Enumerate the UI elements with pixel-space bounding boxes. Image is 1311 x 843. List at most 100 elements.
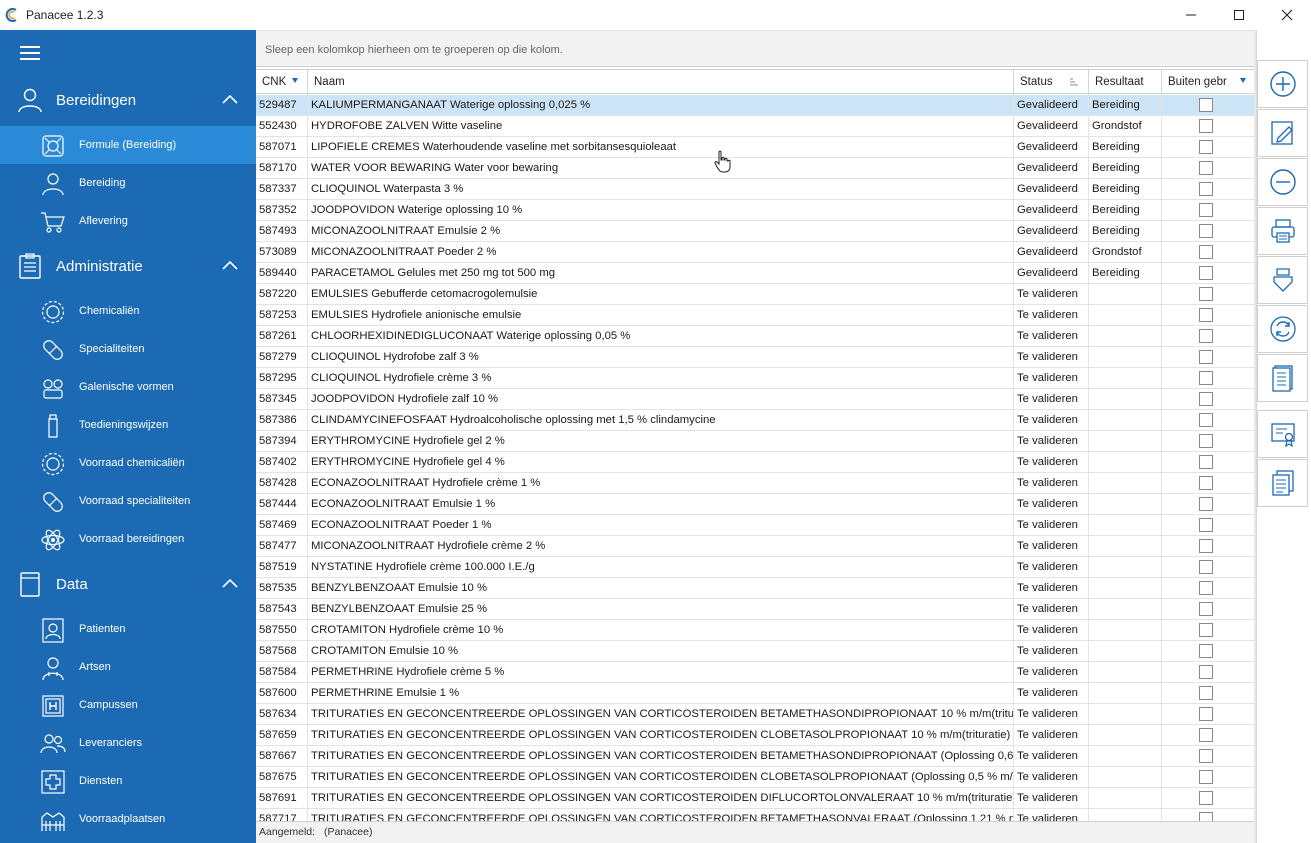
minimize-button[interactable] bbox=[1167, 0, 1215, 30]
buiten-gebruik-checkbox[interactable] bbox=[1199, 245, 1213, 259]
column-header-naam[interactable]: Naam bbox=[308, 70, 1014, 95]
table-row[interactable]: 587386 CLINDAMYCINEFOSFAAT Hydroalcoholis… bbox=[256, 410, 1254, 431]
table-row[interactable]: 587519 NYSTATINE Hydrofiele crème 100.000… bbox=[256, 557, 1254, 578]
print-button[interactable] bbox=[1257, 207, 1308, 255]
buiten-gebruik-checkbox[interactable] bbox=[1199, 791, 1213, 805]
buiten-gebruik-checkbox[interactable] bbox=[1199, 812, 1213, 821]
sidebar-item-aflevering[interactable]: Aflevering bbox=[0, 202, 256, 240]
table-row[interactable]: 587352 JOODPOVIDON Waterige oplossing 10 … bbox=[256, 200, 1254, 221]
buiten-gebruik-checkbox[interactable] bbox=[1199, 749, 1213, 763]
stamp-button[interactable] bbox=[1257, 256, 1308, 304]
buiten-gebruik-checkbox[interactable] bbox=[1199, 518, 1213, 532]
buiten-gebruik-checkbox[interactable] bbox=[1199, 644, 1213, 658]
table-row[interactable]: 587550 CROTAMITON Hydrofiele crème 10 % Te… bbox=[256, 620, 1254, 641]
buiten-gebruik-checkbox[interactable] bbox=[1199, 497, 1213, 511]
sidebar-item-artsen[interactable]: Artsen bbox=[0, 648, 256, 686]
buiten-gebruik-checkbox[interactable] bbox=[1199, 728, 1213, 742]
table-row[interactable]: 587634 TRITURATIES EN GECONCENTREERDE OPL… bbox=[256, 704, 1254, 725]
hamburger-menu-icon[interactable] bbox=[20, 46, 40, 60]
table-row[interactable]: 587253 EMULSIES Hydrofiele anionische emu… bbox=[256, 305, 1254, 326]
buiten-gebruik-checkbox[interactable] bbox=[1199, 224, 1213, 238]
buiten-gebruik-checkbox[interactable] bbox=[1199, 665, 1213, 679]
table-row[interactable]: 529487 KALIUMPERMANGANAAT Waterige oploss… bbox=[256, 95, 1254, 116]
table-row[interactable]: 587535 BENZYLBENZOAAT Emulsie 10 % Te vali… bbox=[256, 578, 1254, 599]
table-row[interactable]: 587071 LIPOFIELE CREMES Waterhoudende vas… bbox=[256, 137, 1254, 158]
sidebar-item-patienten[interactable]: Patienten bbox=[0, 610, 256, 648]
column-header-buiten-gebruik[interactable]: Buiten gebr bbox=[1162, 70, 1254, 95]
table-row[interactable]: 587337 CLIOQUINOL Waterpasta 3 % Gevalidee… bbox=[256, 179, 1254, 200]
sidebar-item-bereiding[interactable]: Bereiding bbox=[0, 164, 256, 202]
table-row[interactable]: 587477 MICONAZOOLNITRAAT Hydrofiele crème… bbox=[256, 536, 1254, 557]
table-row[interactable]: 587444 ECONAZOOLNITRAAT Emulsie 1 % Te val… bbox=[256, 494, 1254, 515]
buiten-gebruik-checkbox[interactable] bbox=[1199, 287, 1213, 301]
buiten-gebruik-checkbox[interactable] bbox=[1199, 266, 1213, 280]
table-row[interactable]: 587568 CROTAMITON Emulsie 10 % Te validere… bbox=[256, 641, 1254, 662]
sidebar-item-voorraad-chemicalien[interactable]: Voorraad chemicaliën bbox=[0, 444, 256, 482]
sort-ascending-icon[interactable] bbox=[1069, 78, 1079, 87]
maximize-button[interactable] bbox=[1215, 0, 1263, 30]
table-row[interactable]: 587667 TRITURATIES EN GECONCENTREERDE OPL… bbox=[256, 746, 1254, 767]
buiten-gebruik-checkbox[interactable] bbox=[1199, 581, 1213, 595]
table-row[interactable]: 573089 MICONAZOOLNITRAAT Poeder 2 % Gevali… bbox=[256, 242, 1254, 263]
certificate-button[interactable] bbox=[1257, 410, 1308, 458]
sidebar-item-diensten[interactable]: Diensten bbox=[0, 762, 256, 800]
table-row[interactable]: 589440 PARACETAMOL Gelules met 250 mg tot… bbox=[256, 263, 1254, 284]
buiten-gebruik-checkbox[interactable] bbox=[1199, 161, 1213, 175]
table-row[interactable]: 587428 ECONAZOOLNITRAAT Hydrofiele crème … bbox=[256, 473, 1254, 494]
close-button[interactable] bbox=[1263, 0, 1311, 30]
table-row[interactable]: 552430 HYDROFOBE ZALVEN Witte vaseline Gev… bbox=[256, 116, 1254, 137]
buiten-gebruik-checkbox[interactable] bbox=[1199, 350, 1213, 364]
table-row[interactable]: 587170 WATER VOOR BEWARING Water voor bew… bbox=[256, 158, 1254, 179]
buiten-gebruik-checkbox[interactable] bbox=[1199, 119, 1213, 133]
table-row[interactable]: 587659 TRITURATIES EN GECONCENTREERDE OPL… bbox=[256, 725, 1254, 746]
copy-documents-button[interactable] bbox=[1257, 459, 1308, 507]
sidebar-item-galenische-vormen[interactable]: Galenische vormen bbox=[0, 368, 256, 406]
sidebar-item-campussen[interactable]: Campussen bbox=[0, 686, 256, 724]
sidebar-item-voorraad-specialiteiten[interactable]: Voorraad specialiteiten bbox=[0, 482, 256, 520]
buiten-gebruik-checkbox[interactable] bbox=[1199, 707, 1213, 721]
column-header-status[interactable]: Status bbox=[1014, 70, 1089, 95]
buiten-gebruik-checkbox[interactable] bbox=[1199, 392, 1213, 406]
buiten-gebruik-checkbox[interactable] bbox=[1199, 602, 1213, 616]
buiten-gebruik-checkbox[interactable] bbox=[1199, 476, 1213, 490]
table-row[interactable]: 587394 ERYTHROMYCINE Hydrofiele gel 2 % Te… bbox=[256, 431, 1254, 452]
table-row[interactable]: 587261 CHLOORHEXIDINEDIGLUCONAAT Waterige… bbox=[256, 326, 1254, 347]
column-header-cnk[interactable]: CNK bbox=[256, 70, 308, 95]
chevron-up-icon[interactable] bbox=[222, 94, 238, 104]
table-row[interactable]: 587543 BENZYLBENZOAAT Emulsie 25 % Te vali… bbox=[256, 599, 1254, 620]
section-bereidingen[interactable]: Bereidingen bbox=[0, 80, 256, 120]
buiten-gebruik-checkbox[interactable] bbox=[1199, 182, 1213, 196]
column-header-resultaat[interactable]: Resultaat bbox=[1089, 70, 1162, 95]
buiten-gebruik-checkbox[interactable] bbox=[1199, 140, 1213, 154]
buiten-gebruik-checkbox[interactable] bbox=[1199, 623, 1213, 637]
table-row[interactable]: 587691 TRITURATIES EN GECONCENTREERDE OPL… bbox=[256, 788, 1254, 809]
table-row[interactable]: 587220 EMULSIES Gebufferde cetomacrogolem… bbox=[256, 284, 1254, 305]
table-row[interactable]: 587675 TRITURATIES EN GECONCENTREERDE OPL… bbox=[256, 767, 1254, 788]
group-panel[interactable]: Sleep een kolomkop hierheen om te groepe… bbox=[256, 30, 1254, 67]
table-row[interactable]: 587469 ECONAZOOLNITRAAT Poeder 1 % Te vali… bbox=[256, 515, 1254, 536]
refresh-button[interactable] bbox=[1257, 305, 1308, 353]
table-row[interactable]: 587345 JOODPOVIDON Hydrofiele zalf 10 % Te… bbox=[256, 389, 1254, 410]
add-button[interactable] bbox=[1257, 60, 1308, 108]
buiten-gebruik-checkbox[interactable] bbox=[1199, 98, 1213, 112]
document-button[interactable] bbox=[1257, 354, 1308, 402]
sidebar-item-chemicalien[interactable]: Chemicaliën bbox=[0, 292, 256, 330]
section-administratie[interactable]: Administratie bbox=[0, 246, 256, 286]
section-data[interactable]: Data bbox=[0, 564, 256, 604]
table-row[interactable]: 587402 ERYTHROMYCINE Hydrofiele gel 4 % Te… bbox=[256, 452, 1254, 473]
buiten-gebruik-checkbox[interactable] bbox=[1199, 455, 1213, 469]
buiten-gebruik-checkbox[interactable] bbox=[1199, 434, 1213, 448]
chevron-up-icon[interactable] bbox=[222, 578, 238, 588]
buiten-gebruik-checkbox[interactable] bbox=[1199, 560, 1213, 574]
sidebar-item-formule-bereiding[interactable]: Formule (Bereiding) bbox=[0, 126, 256, 164]
buiten-gebruik-checkbox[interactable] bbox=[1199, 329, 1213, 343]
table-row[interactable]: 587600 PERMETHRINE Emulsie 1 % Te validere… bbox=[256, 683, 1254, 704]
buiten-gebruik-checkbox[interactable] bbox=[1199, 686, 1213, 700]
buiten-gebruik-checkbox[interactable] bbox=[1199, 308, 1213, 322]
chevron-up-icon[interactable] bbox=[222, 260, 238, 270]
buiten-gebruik-checkbox[interactable] bbox=[1199, 539, 1213, 553]
table-row[interactable]: 587279 CLIOQUINOL Hydrofobe zalf 3 % Te va… bbox=[256, 347, 1254, 368]
table-row[interactable]: 587584 PERMETHRINE Hydrofiele crème 5 % Te… bbox=[256, 662, 1254, 683]
sidebar-item-voorraadplaatsen[interactable]: Voorraadplaatsen bbox=[0, 800, 256, 838]
remove-button[interactable] bbox=[1257, 158, 1308, 206]
